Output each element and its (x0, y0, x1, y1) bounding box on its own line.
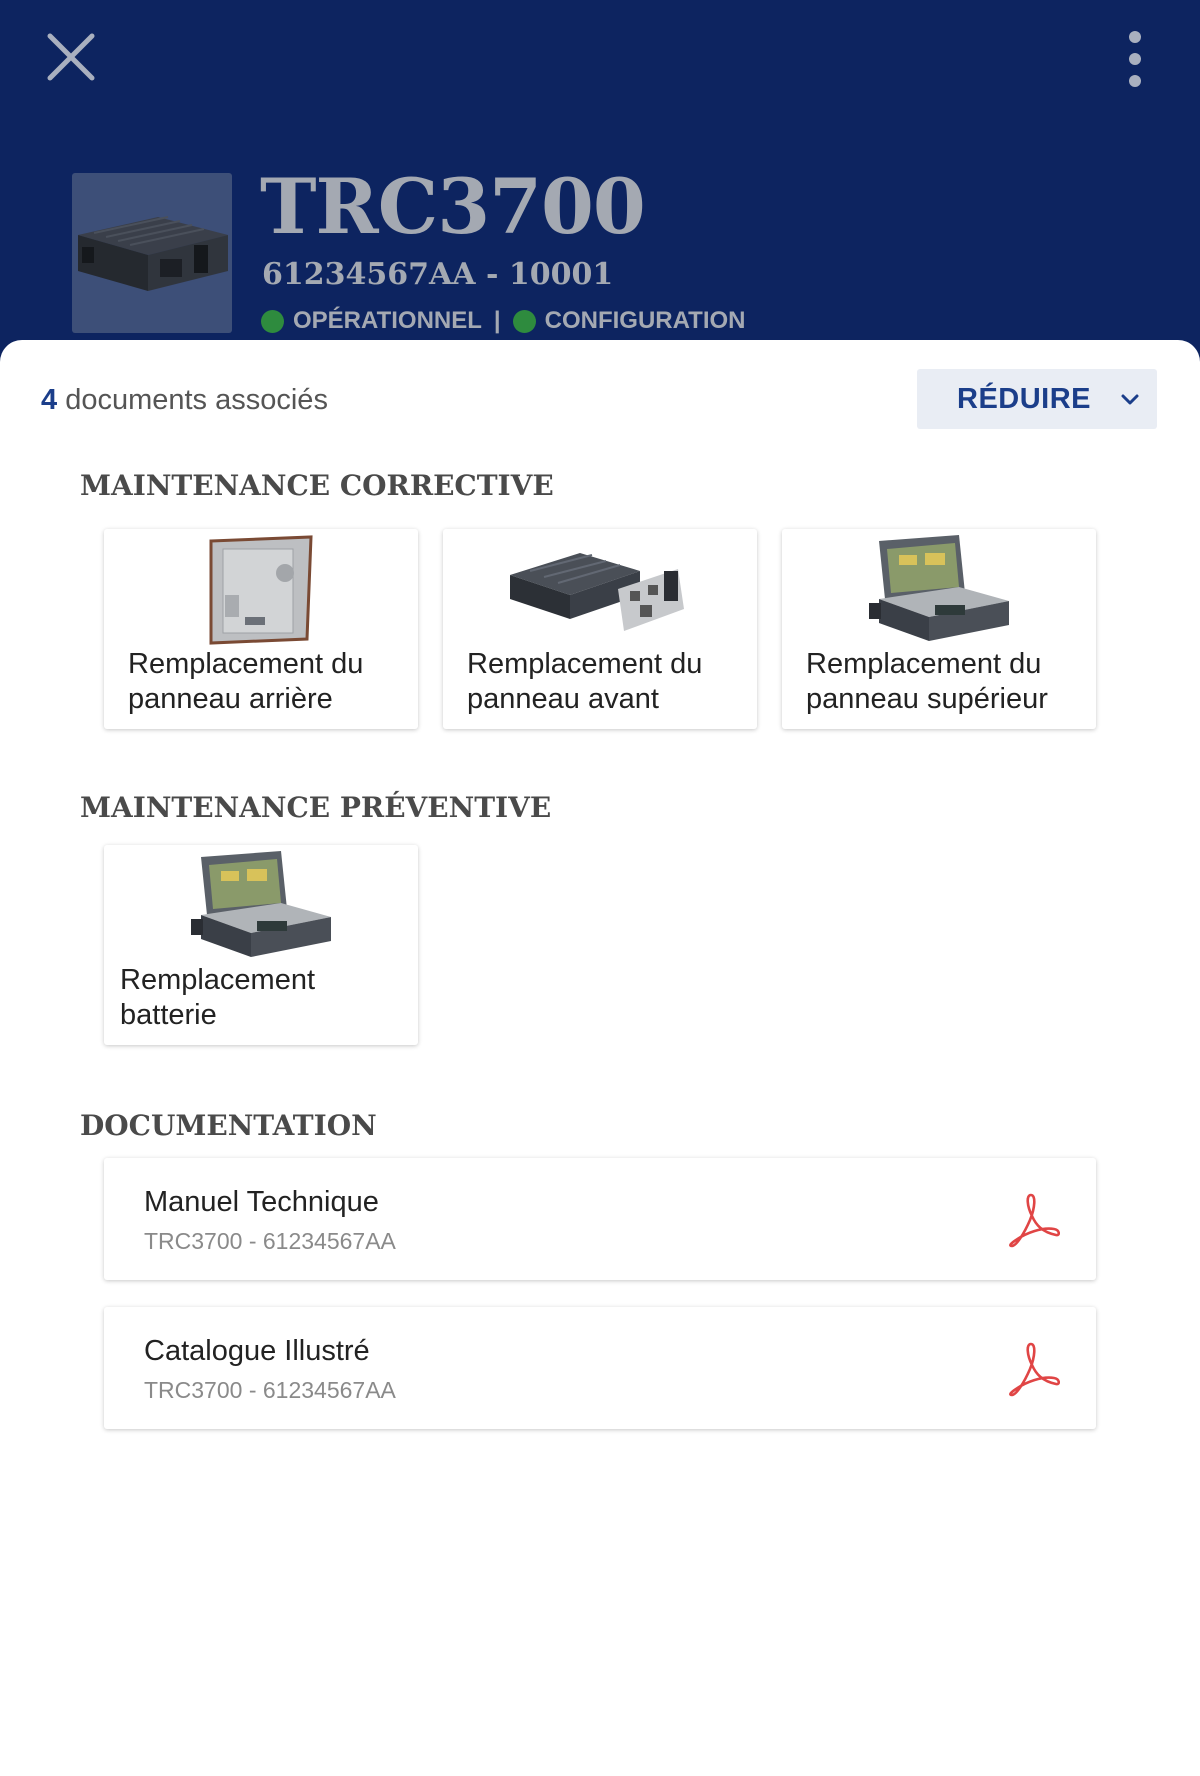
document-item-illustrated-catalog[interactable]: Catalogue Illustré TRC3700 - 61234567AA (104, 1307, 1096, 1429)
pdf-icon (1009, 1342, 1060, 1397)
status-separator: | (493, 307, 501, 334)
product-title: TRC3700 (260, 162, 646, 251)
status-operational: OPÉRATIONNEL (293, 307, 482, 334)
documents-count-number: 4 (41, 384, 58, 416)
procedure-card-top-panel[interactable]: Remplacement du panneau supérieur (782, 529, 1096, 729)
close-icon (47, 33, 95, 81)
documents-sheet: 4 documents associés RÉDUIRE MAINTENANCE… (0, 340, 1200, 1776)
close-button[interactable] (40, 26, 102, 88)
card-label: Remplacement du panneau supérieur (806, 648, 1048, 715)
front-panel-image (510, 553, 684, 631)
section-title-corrective: MAINTENANCE CORRECTIVE (80, 469, 554, 502)
procedure-card-front-panel[interactable]: Remplacement du panneau avant (443, 529, 757, 729)
card-label: Remplacement du panneau avant (467, 648, 703, 715)
card-label: Remplacement batterie (120, 964, 316, 1031)
procedure-card-battery[interactable]: Remplacement batterie (104, 845, 418, 1045)
rear-panel-image (209, 535, 313, 645)
status-configuration: CONFIGURATION (544, 307, 746, 334)
radio-device-image (78, 216, 228, 291)
pdf-icon (1009, 1193, 1060, 1248)
card-label: Remplacement du panneau arrière (128, 648, 364, 715)
document-title: Catalogue Illustré (144, 1335, 370, 1367)
top-panel-image (869, 535, 1009, 641)
document-reference: TRC3700 - 61234567AA (144, 1228, 396, 1254)
battery-replacement-image (191, 851, 331, 957)
documents-count: 4 documents associés (41, 382, 328, 418)
reduce-button[interactable]: RÉDUIRE (917, 369, 1157, 429)
chevron-down-icon (1121, 394, 1139, 405)
section-title-documentation: DOCUMENTATION (80, 1109, 377, 1142)
product-thumbnail (72, 173, 232, 333)
section-title-preventive: MAINTENANCE PRÉVENTIVE (80, 791, 552, 824)
document-reference: TRC3700 - 61234567AA (144, 1377, 396, 1403)
document-title: Manuel Technique (144, 1186, 379, 1218)
more-options-button[interactable] (1114, 28, 1156, 90)
more-vertical-icon (1129, 31, 1141, 87)
product-reference: 61234567AA - 10001 (262, 257, 614, 292)
procedure-card-rear-panel[interactable]: Remplacement du panneau arrière (104, 529, 418, 729)
status-row: OPÉRATIONNEL | CONFIGURATION (261, 305, 746, 337)
documents-count-label: documents associés (57, 384, 328, 416)
reduce-button-label: RÉDUIRE (957, 383, 1092, 415)
status-dot-icon (512, 309, 536, 333)
document-item-technical-manual[interactable]: Manuel Technique TRC3700 - 61234567AA (104, 1158, 1096, 1280)
status-dot-icon (261, 309, 284, 333)
